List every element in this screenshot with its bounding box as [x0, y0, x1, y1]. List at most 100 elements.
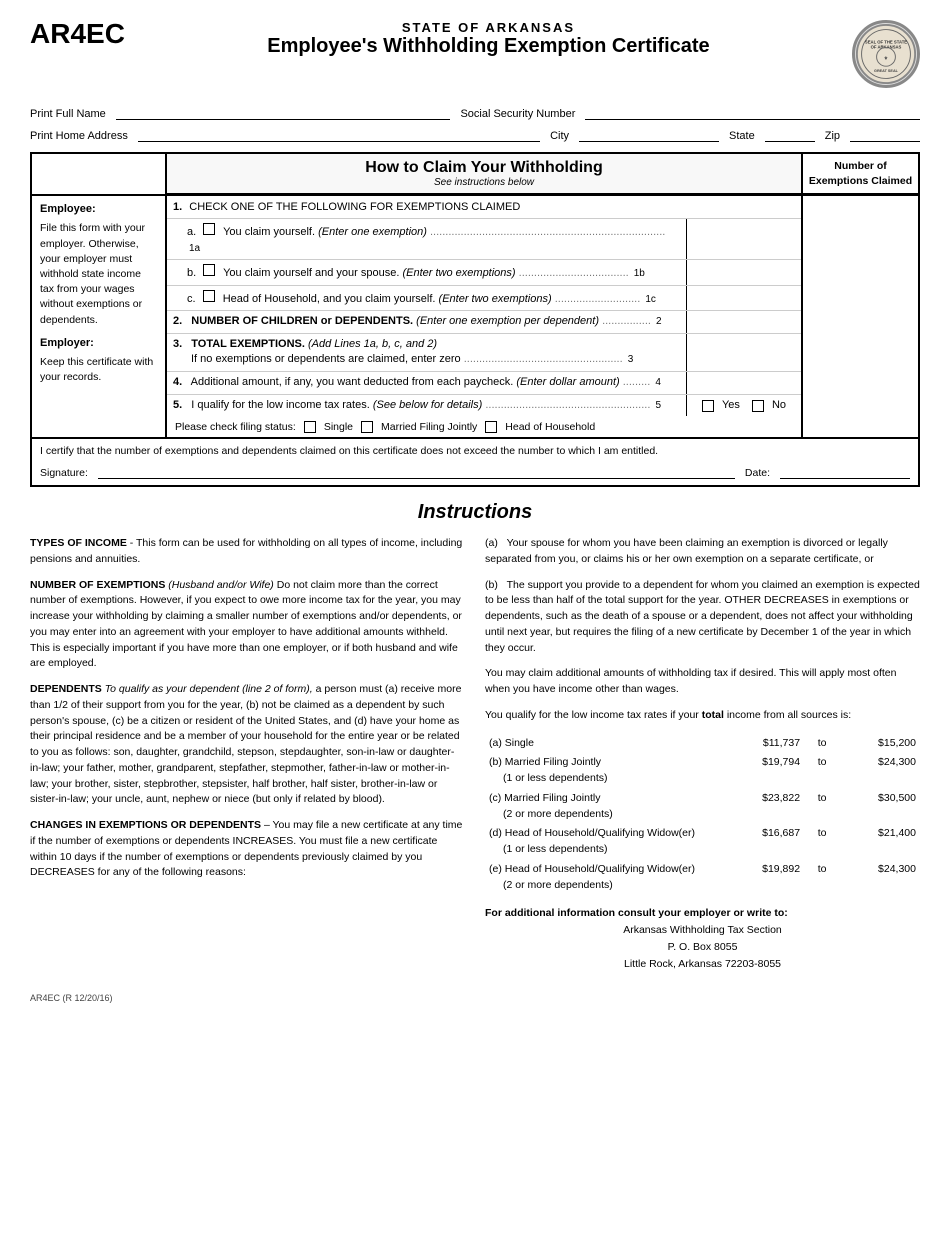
certification-row: I certify that the number of exemptions … [32, 437, 918, 485]
income-table: (a) Single $11,737 to $15,200 (b) Marrie… [485, 734, 920, 896]
zip-input-line[interactable] [850, 128, 920, 142]
income-table-row: (b) Married Filing Jointly(1 or less dep… [485, 753, 920, 789]
item1a-checkbox[interactable] [203, 223, 215, 235]
instructions-section: Instructions TYPES OF INCOME - This form… [30, 501, 920, 972]
income-label: (e) Head of Household/Qualifying Widow(e… [485, 860, 724, 896]
item5-no-checkbox[interactable] [752, 400, 764, 412]
income-amount: $24,300 [840, 753, 920, 789]
table-content-row: Employee: File this form with your emplo… [32, 196, 918, 437]
item1c-dots: ............................ [555, 293, 641, 305]
item5-ref: 5 [655, 400, 661, 411]
income-table-row: (c) Married Filing Jointly(2 or more dep… [485, 789, 920, 825]
name-input-line[interactable] [116, 106, 451, 120]
date-label: Date: [745, 467, 770, 479]
instructions-columns: TYPES OF INCOME - This form can be used … [30, 536, 920, 972]
contact-line3: Little Rock, Arkansas 72203-8055 [485, 956, 920, 973]
income-label: (b) Married Filing Jointly(1 or less dep… [485, 753, 724, 789]
signature-label: Signature: [40, 467, 88, 479]
main-form-table: How to Claim Your Withholding See instru… [30, 152, 920, 487]
right-para-b: (b) The support you provide to a depende… [485, 578, 920, 657]
item1b-input-box[interactable] [686, 260, 801, 284]
para-a-text: Your spouse for whom you have been claim… [485, 537, 888, 565]
name-label: Print Full Name [30, 108, 106, 120]
item1b-row: b. You claim yourself and your spouse. (… [167, 260, 801, 285]
employee-col-header [32, 154, 167, 194]
header-title-block: STATE OF ARKANSAS Employee's Withholding… [125, 20, 852, 58]
date-line[interactable] [780, 463, 910, 479]
item4-input-box[interactable] [686, 372, 801, 394]
dependents-para: DEPENDENTS To qualify as your dependent … [30, 682, 465, 808]
item2-dots: ................ [602, 315, 651, 327]
item1a-letter: a. [187, 226, 196, 238]
item1b-dots: .................................... [519, 267, 629, 279]
item5-yes-no: Yes No [686, 395, 801, 416]
signature-line[interactable] [98, 463, 735, 479]
item3-dots: ........................................… [464, 353, 623, 365]
city-input-line[interactable] [579, 128, 719, 142]
employee-title: Employee: [40, 202, 157, 218]
state-input-line[interactable] [765, 128, 815, 142]
income-from: $23,822 [724, 789, 804, 825]
filing-hoh-label: Head of Household [505, 421, 595, 433]
item1a-input-box[interactable] [686, 219, 801, 259]
right-para-qualify: You qualify for the low income tax rates… [485, 708, 920, 724]
exemptions-text: Do not claim more than the correct numbe… [30, 579, 462, 670]
item5-yes-checkbox[interactable] [702, 400, 714, 412]
item3-input-box[interactable] [686, 334, 801, 371]
item1a-row: a. You claim yourself. (Enter one exempt… [167, 219, 801, 260]
filing-single-checkbox[interactable] [304, 421, 316, 433]
ssn-input-line[interactable] [585, 106, 920, 120]
item2-row: 2. NUMBER OF CHILDREN or DEPENDENTS. (En… [167, 311, 801, 334]
item1b-italic: (Enter two exemptions) [402, 267, 515, 279]
income-table-row: (a) Single $11,737 to $15,200 [485, 734, 920, 754]
item1c-content: c. Head of Household, and you claim your… [167, 286, 686, 310]
svg-text:OF ARKANSAS: OF ARKANSAS [871, 44, 902, 49]
state-name: STATE OF ARKANSAS [125, 20, 852, 35]
item1c-checkbox[interactable] [203, 290, 215, 302]
filing-single-label: Single [324, 421, 353, 433]
income-label: (c) Married Filing Jointly(2 or more dep… [485, 789, 724, 825]
address-row: Print Home Address City State Zip [30, 128, 920, 142]
item3-sub: If no exemptions or dependents are claim… [191, 353, 461, 365]
how-claim-sub: See instructions below [172, 177, 796, 188]
filing-married-label: Married Filing Jointly [381, 421, 477, 433]
income-to: to [804, 789, 840, 825]
filing-single: Single [304, 420, 353, 433]
item3-italic: (Add Lines 1a, b, c, and 2) [308, 338, 437, 350]
instructions-title: Instructions [30, 501, 920, 524]
income-from: $19,794 [724, 753, 804, 789]
item1c-input-box[interactable] [686, 286, 801, 310]
item2-input-box[interactable] [686, 311, 801, 333]
footer-revision: AR4EC (R 12/20/16) [30, 993, 113, 1003]
dependents-italic: To qualify as your dependent (line 2 of … [105, 683, 313, 695]
item1b-checkbox[interactable] [203, 264, 215, 276]
income-to: to [804, 734, 840, 754]
item1c-text: Head of Household, and you claim yoursel… [223, 293, 436, 305]
item1b-ref: 1b [634, 268, 645, 279]
contact-line2: P. O. Box 8055 [485, 939, 920, 956]
address-input-line[interactable] [138, 128, 540, 142]
filing-married-checkbox[interactable] [361, 421, 373, 433]
employer-title: Employer: [40, 336, 157, 352]
item3-row: 3. TOTAL EXEMPTIONS. (Add Lines 1a, b, c… [167, 334, 801, 372]
item1b-letter: b. [187, 267, 196, 279]
item1c-ref: 1c [645, 294, 656, 305]
item2-ref: 2 [656, 316, 662, 327]
footer: AR4EC (R 12/20/16) [30, 993, 920, 1003]
item1b-text: You claim yourself and your spouse. [223, 267, 399, 279]
contact-section: For additional information consult your … [485, 905, 920, 972]
signature-row: Signature: Date: [40, 463, 910, 479]
item1a-text: You claim yourself. [223, 226, 315, 238]
dependents-text: a person must (a) receive more than 1/2 … [30, 683, 461, 805]
income-amount: $15,200 [840, 734, 920, 754]
number-of-exemptions-para: NUMBER OF EXEMPTIONS (Husband and/or Wif… [30, 578, 465, 673]
item4-text: Additional amount, if any, you want dedu… [191, 376, 514, 388]
right-para-additional: You may claim additional amounts of with… [485, 666, 920, 698]
filing-hoh-checkbox[interactable] [485, 421, 497, 433]
certification-text: I certify that the number of exemptions … [40, 445, 910, 457]
item5-number: 5. [173, 399, 182, 411]
dependents-title: DEPENDENTS [30, 683, 102, 695]
item5-text: I qualify for the low income tax rates. [191, 399, 370, 411]
item4-italic: (Enter dollar amount) [516, 376, 619, 388]
name-row: Print Full Name Social Security Number [30, 106, 920, 120]
